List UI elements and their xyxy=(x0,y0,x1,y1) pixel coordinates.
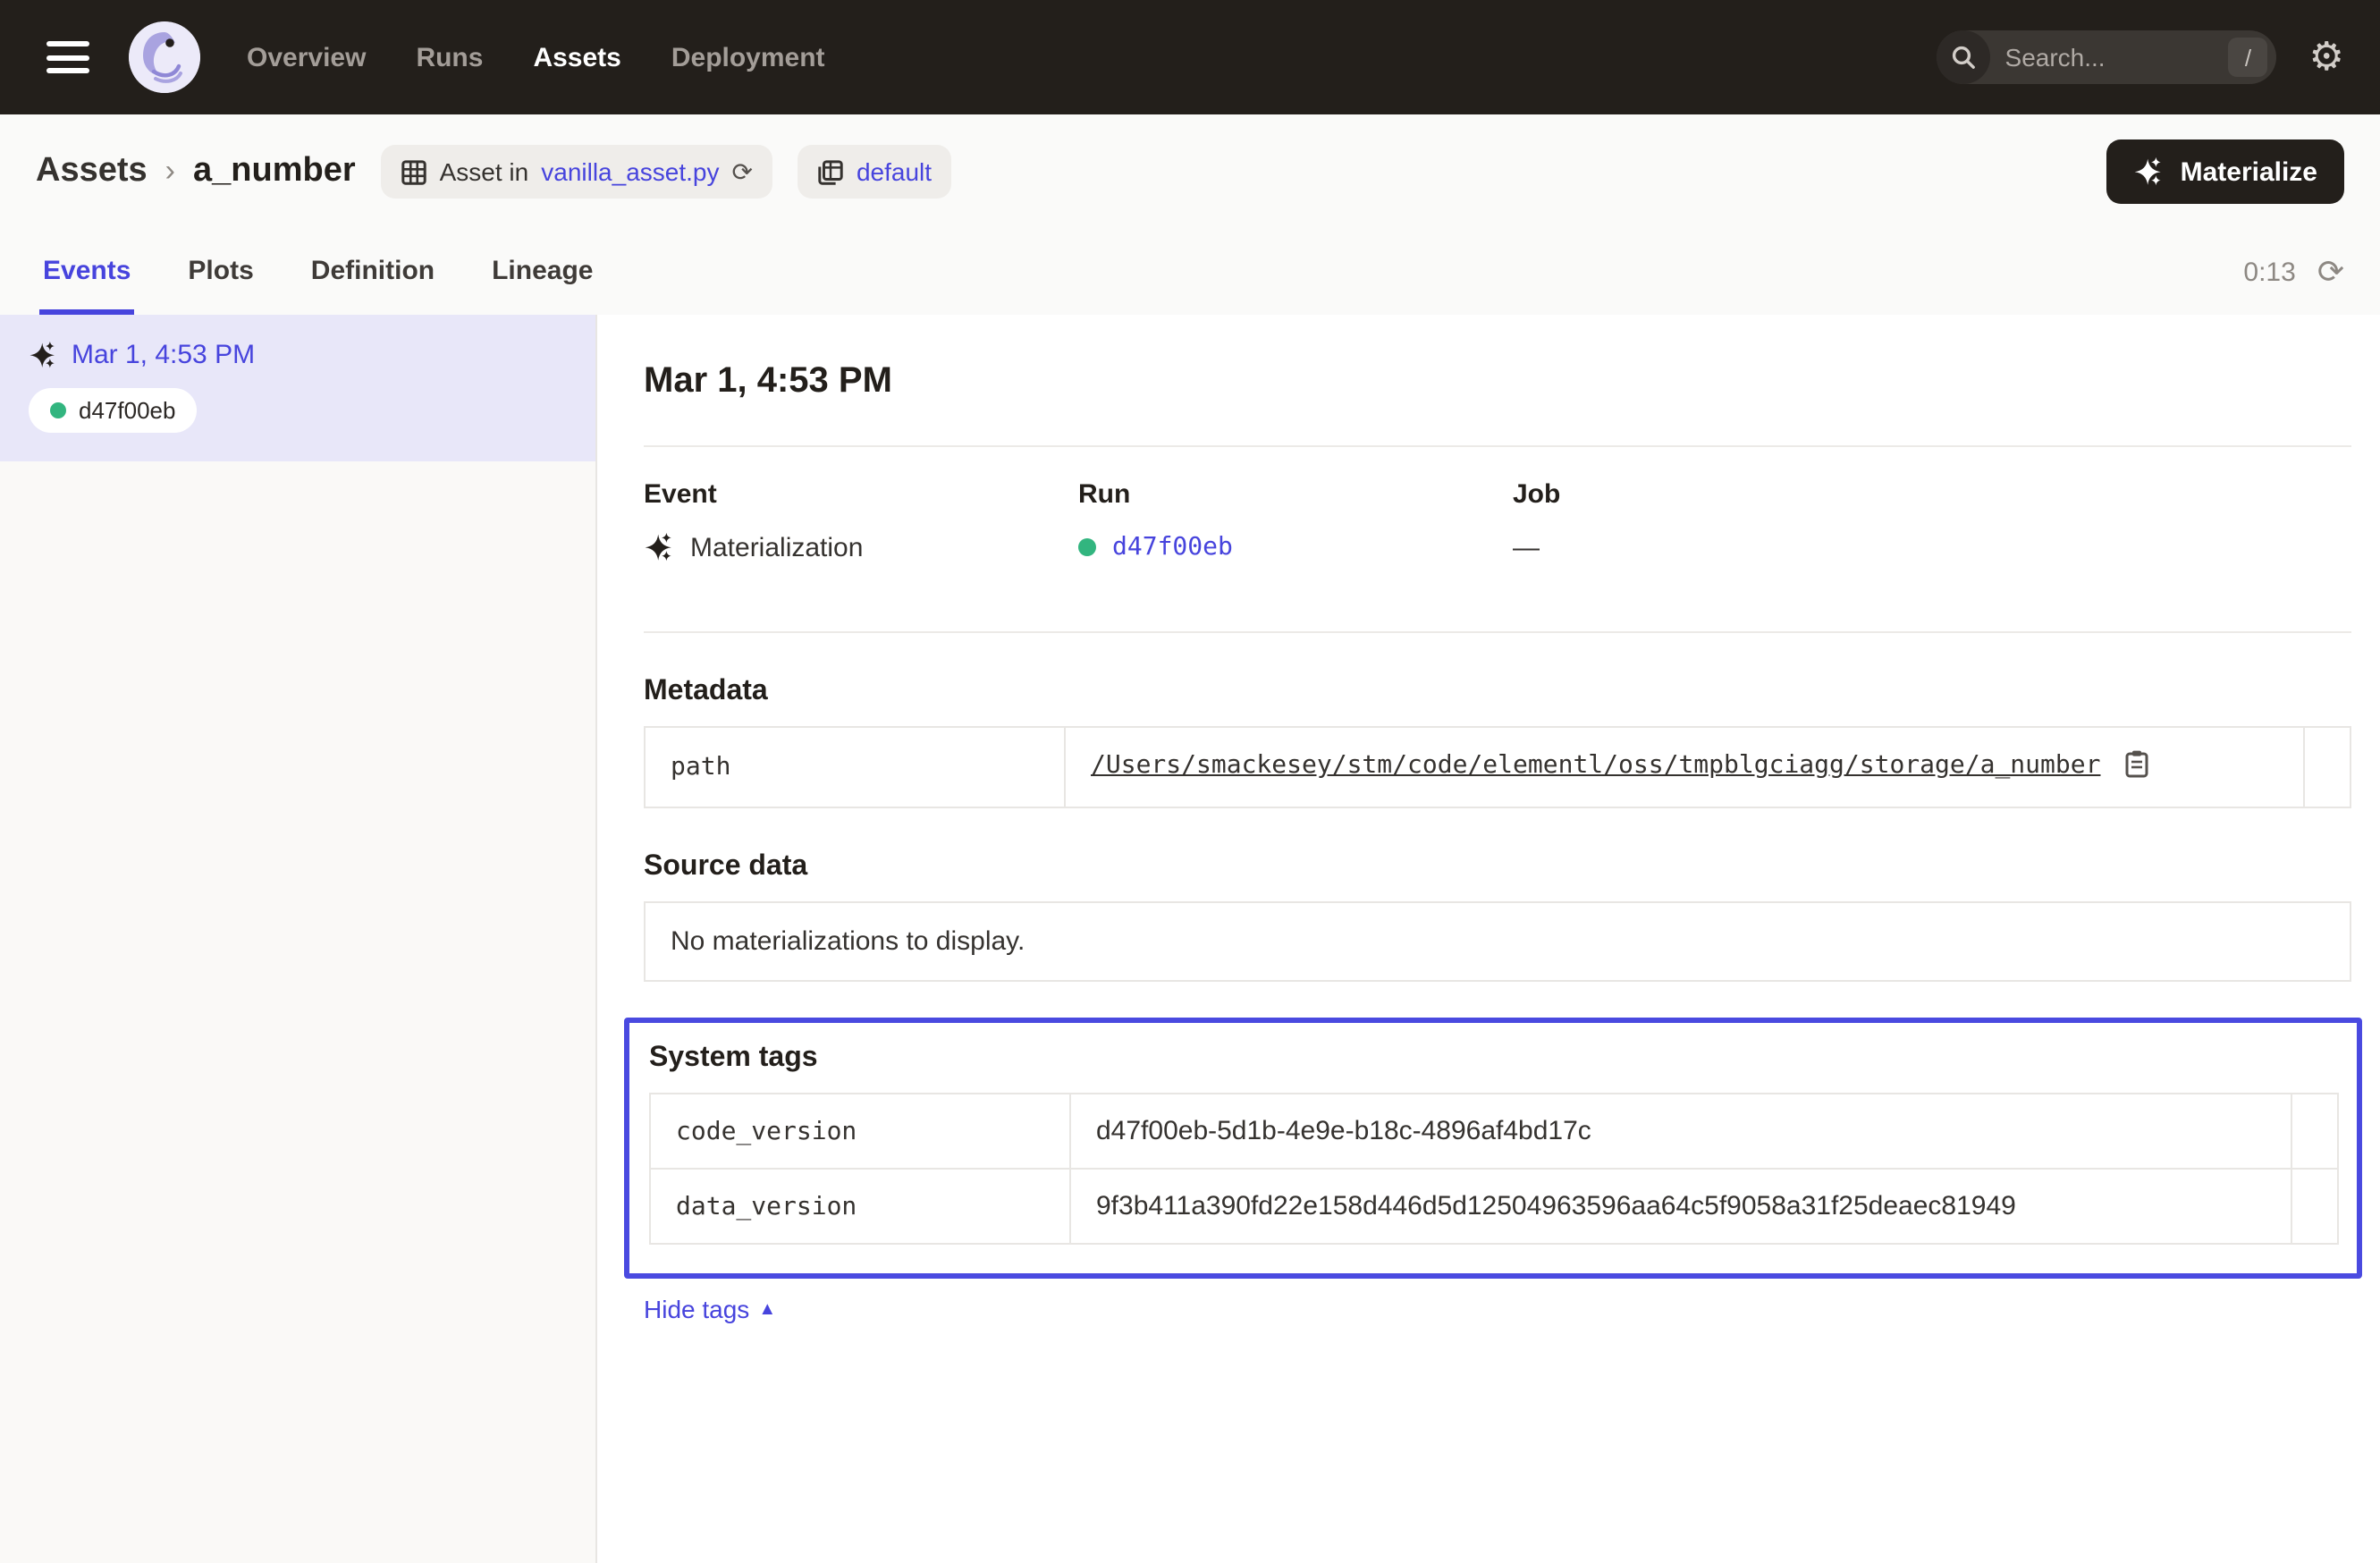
event-run-pill[interactable]: d47f00eb xyxy=(29,388,197,433)
tag-key: data_version xyxy=(650,1169,1070,1244)
tab-lineage[interactable]: Lineage xyxy=(488,229,596,315)
asset-file-link[interactable]: vanilla_asset.py xyxy=(541,157,719,186)
nav-links: Overview Runs Assets Deployment xyxy=(247,42,825,72)
asset-tabs: Events Plots Definition Lineage 0:13 ⟳ xyxy=(0,229,2380,315)
tab-events[interactable]: Events xyxy=(39,229,134,315)
repo-icon xyxy=(817,158,844,185)
hide-tags-label: Hide tags xyxy=(644,1295,749,1323)
system-tags-highlight-box: System tags code_version d47f00eb-5d1b-4… xyxy=(624,1018,2362,1279)
breadcrumb-separator: › xyxy=(165,154,175,190)
system-tags-table: code_version d47f00eb-5d1b-4e9e-b18c-489… xyxy=(649,1093,2339,1245)
materialize-label: Materialize xyxy=(2181,156,2317,187)
materialize-button[interactable]: Materialize xyxy=(2107,139,2344,204)
system-tags-heading: System tags xyxy=(649,1043,2339,1075)
event-list-item-selected[interactable]: Mar 1, 4:53 PM d47f00eb xyxy=(0,315,595,461)
event-timestamp: Mar 1, 4:53 PM xyxy=(72,340,255,370)
dagster-app: Overview Runs Assets Deployment / ⚙ Asse… xyxy=(0,0,2380,1563)
reload-location-icon[interactable]: ⟳ xyxy=(732,159,753,184)
run-id-link[interactable]: d47f00eb xyxy=(1112,533,1233,562)
table-row: data_version 9f3b411a390fd22e158d446d5d1… xyxy=(650,1169,2338,1244)
asset-header: Assets › a_number Asset in vanilla_asset… xyxy=(0,114,2380,229)
source-data-empty-state: No materializations to display. xyxy=(644,901,2351,982)
nav-item-deployment[interactable]: Deployment xyxy=(671,42,825,72)
dagster-logo[interactable] xyxy=(129,21,200,93)
tag-value: d47f00eb-5d1b-4e9e-b18c-4896af4bd17c xyxy=(1070,1094,2291,1169)
refresh-countdown: 0:13 xyxy=(2243,257,2295,287)
run-column-label: Run xyxy=(1078,479,1513,510)
chevron-up-icon: ▲ xyxy=(758,1299,776,1319)
job-column-label: Job xyxy=(1513,479,2351,510)
event-list-sidebar: Mar 1, 4:53 PM d47f00eb xyxy=(0,315,597,1563)
search-box[interactable]: / xyxy=(1937,30,2277,84)
tab-plots[interactable]: Plots xyxy=(184,229,257,315)
run-status-dot xyxy=(1078,538,1096,556)
materialize-sparkle-icon xyxy=(2134,156,2165,187)
hide-tags-link[interactable]: Hide tags ▲ xyxy=(644,1295,776,1323)
breadcrumb-assets-link[interactable]: Assets xyxy=(36,152,148,191)
materialization-sparkle-icon xyxy=(644,533,674,563)
copy-path-icon[interactable] xyxy=(2124,749,2149,785)
event-detail-panel: Mar 1, 4:53 PM Event Materialization Run… xyxy=(597,315,2380,1563)
event-run-id: d47f00eb xyxy=(79,397,175,424)
dagster-octopus-icon xyxy=(129,21,200,93)
search-shortcut-hint: / xyxy=(2229,38,2268,77)
refresh-icon[interactable]: ⟳ xyxy=(2317,256,2344,288)
top-nav: Overview Runs Assets Deployment / ⚙ xyxy=(0,0,2380,114)
job-value: — xyxy=(1513,533,1540,563)
tab-definition[interactable]: Definition xyxy=(308,229,438,315)
settings-gear-icon[interactable]: ⚙ xyxy=(2309,38,2344,77)
menu-icon[interactable] xyxy=(46,41,89,73)
table-row: code_version d47f00eb-5d1b-4e9e-b18c-489… xyxy=(650,1094,2338,1169)
metadata-table: path /Users/smackesey/stm/code/elementl/… xyxy=(644,726,2351,808)
repo-default-link[interactable]: default xyxy=(857,157,932,186)
nav-item-overview[interactable]: Overview xyxy=(247,42,366,72)
tag-value: 9f3b411a390fd22e158d446d5d12504963596aa6… xyxy=(1070,1169,2291,1244)
asset-location-badge: Asset in vanilla_asset.py ⟳ xyxy=(381,145,772,199)
search-icon xyxy=(1937,30,1991,84)
event-type-value: Materialization xyxy=(690,533,863,563)
asset-grid-icon xyxy=(401,158,427,185)
nav-item-assets[interactable]: Assets xyxy=(533,42,620,72)
table-row: path /Users/smackesey/stm/code/elementl/… xyxy=(645,727,2350,807)
run-status-dot xyxy=(50,402,66,418)
metadata-path-link[interactable]: /Users/smackesey/stm/code/elementl/oss/t… xyxy=(1091,751,2100,780)
source-data-heading: Source data xyxy=(644,851,2351,883)
tag-key: code_version xyxy=(650,1094,1070,1169)
metadata-key: path xyxy=(645,727,1065,807)
materialization-sparkle-icon xyxy=(29,341,57,369)
repo-badge: default xyxy=(798,145,951,199)
event-column-label: Event xyxy=(644,479,1078,510)
nav-item-runs[interactable]: Runs xyxy=(416,42,483,72)
event-detail-title: Mar 1, 4:53 PM xyxy=(644,361,2351,402)
asset-name: a_number xyxy=(193,152,356,191)
metadata-heading: Metadata xyxy=(644,676,2351,708)
event-summary: Event Materialization Run d47f00eb Job — xyxy=(644,479,2351,563)
breadcrumb: Assets › a_number xyxy=(36,152,356,191)
asset-location-prefix: Asset in xyxy=(440,157,529,186)
search-input[interactable] xyxy=(1991,43,2229,72)
